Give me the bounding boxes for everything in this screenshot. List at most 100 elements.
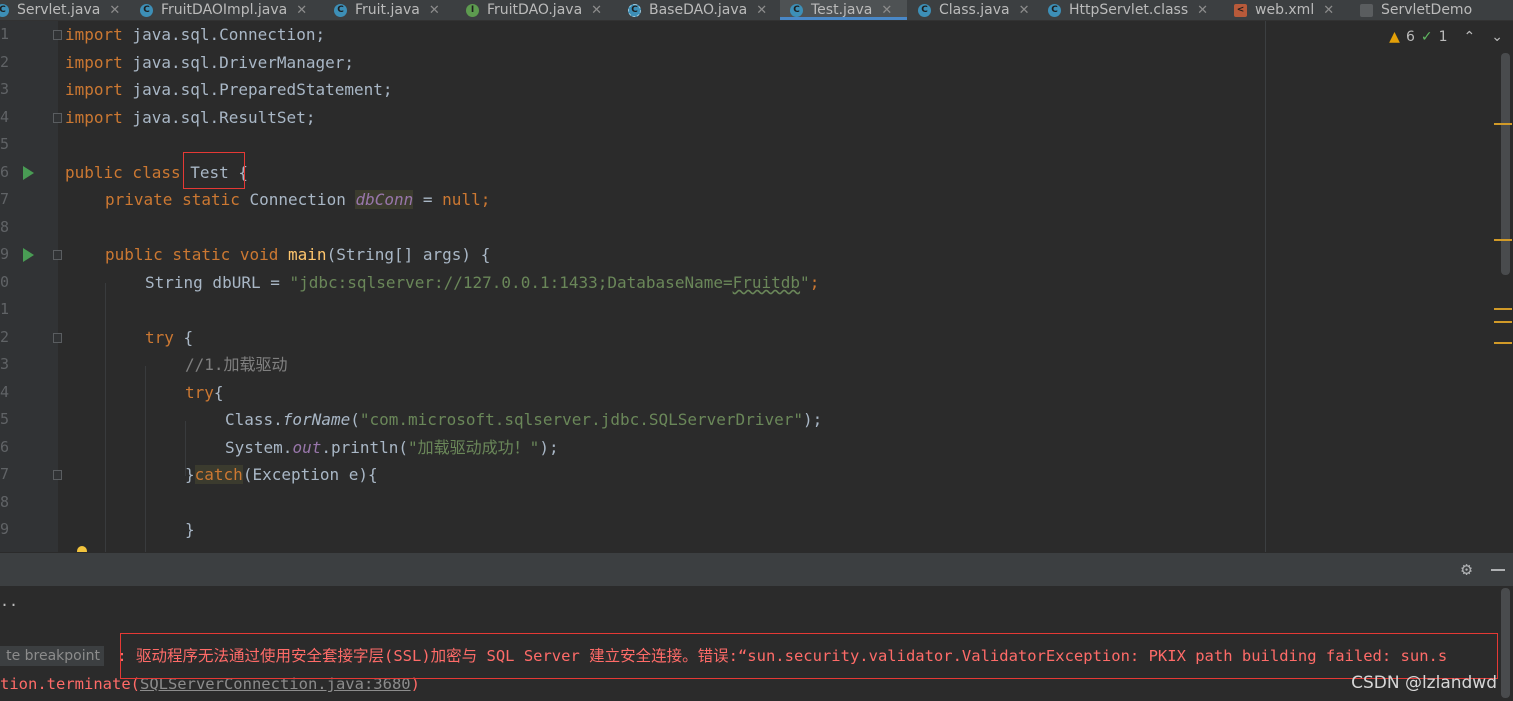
tab-httpservlet-class[interactable]: C HttpServlet.class ✕ <box>1048 0 1216 20</box>
keyword: null <box>442 190 481 209</box>
warning-stripe-mark[interactable] <box>1494 308 1512 310</box>
gear-icon[interactable]: ⚙ <box>1461 561 1472 579</box>
field-name: out <box>292 438 322 457</box>
string-literal: "jdbc:sqlserver://127.0.0.1:1433;Databas… <box>289 273 733 292</box>
warning-icon: ▲ <box>1389 29 1400 45</box>
close-icon[interactable]: ✕ <box>109 3 120 18</box>
line-number: 6 <box>0 438 10 456</box>
next-highlight-icon[interactable]: ⌄ <box>1491 29 1503 45</box>
tab-label: web.xml <box>1255 2 1315 18</box>
close-icon[interactable]: ✕ <box>429 3 440 18</box>
code-line-1: import java.sql.Connection; <box>65 21 325 48</box>
line-number: 3 <box>0 355 10 373</box>
indent-guide <box>145 366 146 552</box>
code-line-7: private static Connection dbConn = null; <box>105 186 490 213</box>
code-line-16: System.out.println("加载驱动成功！"); <box>225 434 559 461</box>
warning-stripe-mark[interactable] <box>1494 342 1512 344</box>
tab-test-java[interactable]: C Test.java ✕ <box>780 0 907 20</box>
line-number: 3 <box>0 80 10 98</box>
breakpoint-label[interactable]: te breakpoint <box>0 646 104 666</box>
line-number: 2 <box>0 328 10 346</box>
keyword: try <box>145 328 174 347</box>
warning-stripe-mark[interactable] <box>1494 123 1512 125</box>
tab-fruitdaoimpl-java[interactable]: C FruitDAOImpl.java ✕ <box>140 0 315 20</box>
tab-label: ServletDemo <box>1381 2 1473 18</box>
fold-marker-icon[interactable] <box>53 250 62 260</box>
class-file-icon: C <box>790 3 803 17</box>
tab-servletdemo[interactable]: ServletDemo <box>1360 0 1472 20</box>
code-line-19: } <box>185 520 195 539</box>
tab-label: Test.java <box>811 2 873 18</box>
keyword: public static void <box>105 245 289 264</box>
editor-tab-bar: C Servlet.java ✕ C FruitDAOImpl.java ✕ C… <box>0 0 1513 21</box>
line-number: 5 <box>0 410 10 428</box>
code-line-15: Class.forName("com.microsoft.sqlserver.j… <box>225 406 822 433</box>
code-line-2: import java.sql.DriverManager; <box>65 49 354 76</box>
close-icon[interactable]: ✕ <box>881 3 892 18</box>
warning-stripe-mark[interactable] <box>1494 239 1512 241</box>
right-margin-guide <box>1265 21 1266 552</box>
error-highlight-box <box>120 633 1498 679</box>
code-line-9: public static void main(String[] args) { <box>105 241 490 268</box>
weak-warning-count: 1 <box>1438 29 1448 45</box>
minimize-icon[interactable] <box>1491 569 1505 571</box>
line-number: 8 <box>0 493 10 511</box>
line-number: 4 <box>0 383 10 401</box>
code-line-3: import java.sql.PreparedStatement; <box>65 76 393 103</box>
string-literal: Fruitdb <box>732 273 801 292</box>
console-ellipsis: .. <box>0 592 19 610</box>
line-number: 1 <box>0 25 10 43</box>
fold-marker-icon[interactable] <box>53 470 62 480</box>
inspection-widget[interactable]: ▲ 6 ✓ 1 ⌃ ⌄ <box>1389 29 1503 45</box>
keyword: try <box>185 383 214 402</box>
fold-marker-icon[interactable] <box>53 113 62 123</box>
indent-guide <box>105 283 106 552</box>
code-text: java.sql.Connection; <box>122 25 326 44</box>
class-file-icon: C <box>334 3 347 17</box>
fold-marker-icon[interactable] <box>53 333 62 343</box>
previous-highlight-icon[interactable]: ⌃ <box>1464 29 1476 45</box>
tab-class-java[interactable]: C Class.java ✕ <box>918 0 1038 20</box>
code-line-12: try { <box>145 324 193 351</box>
run-main-icon[interactable] <box>23 248 34 262</box>
code-text: (String[] args) { <box>326 245 491 264</box>
keyword: import <box>65 108 123 127</box>
tab-label: Servlet.java <box>17 2 101 18</box>
warning-stripe-mark[interactable] <box>1494 321 1512 323</box>
class-file-icon: C <box>918 3 931 17</box>
run-class-icon[interactable] <box>23 166 34 180</box>
line-number: 9 <box>0 520 10 538</box>
close-icon[interactable]: ✕ <box>1323 3 1334 18</box>
lightbulb-icon[interactable] <box>76 545 88 552</box>
keyword: public class <box>65 163 191 182</box>
line-number: 1 <box>0 300 10 318</box>
tab-label: BaseDAO.java <box>649 2 748 18</box>
keyword: import <box>65 25 123 44</box>
keyword: import <box>65 53 123 72</box>
close-icon[interactable]: ✕ <box>756 3 767 18</box>
tab-servlet-java[interactable]: C Servlet.java ✕ <box>0 0 126 20</box>
code-text: .println( <box>321 438 409 457</box>
line-number: 8 <box>0 218 10 236</box>
weak-warning-icon: ✓ <box>1420 29 1433 45</box>
interface-file-icon: I <box>466 3 479 17</box>
code-text: String dbURL = <box>145 273 290 292</box>
watermark: CSDN @lzlandwd <box>1351 673 1497 693</box>
close-icon[interactable]: ✕ <box>1197 3 1208 18</box>
tab-web-xml[interactable]: < web.xml ✕ <box>1234 0 1342 20</box>
tab-fruitdao-java[interactable]: I FruitDAO.java ✕ <box>466 0 610 20</box>
code-line-4: import java.sql.ResultSet; <box>65 104 315 131</box>
fold-marker-icon[interactable] <box>53 30 62 40</box>
tab-fruit-java[interactable]: C Fruit.java ✕ <box>334 0 448 20</box>
code-editor[interactable]: 1 2 3 4 5 6 7 8 9 0 1 2 3 4 5 6 7 8 9 im… <box>0 21 1513 552</box>
close-icon[interactable]: ✕ <box>296 3 307 18</box>
editor-scrollbar[interactable] <box>1501 53 1510 275</box>
close-icon[interactable]: ✕ <box>1019 3 1030 18</box>
close-icon[interactable]: ✕ <box>591 3 602 18</box>
console-scrollbar[interactable] <box>1501 588 1510 698</box>
tab-basedao-java[interactable]: C BaseDAO.java ✕ <box>628 0 775 20</box>
tab-label: Fruit.java <box>355 2 420 18</box>
code-line-10: String dbURL = "jdbc:sqlserver://127.0.0… <box>145 269 819 296</box>
run-panel-header: ⚙ <box>0 553 1513 586</box>
xml-file-icon: < <box>1234 3 1247 17</box>
